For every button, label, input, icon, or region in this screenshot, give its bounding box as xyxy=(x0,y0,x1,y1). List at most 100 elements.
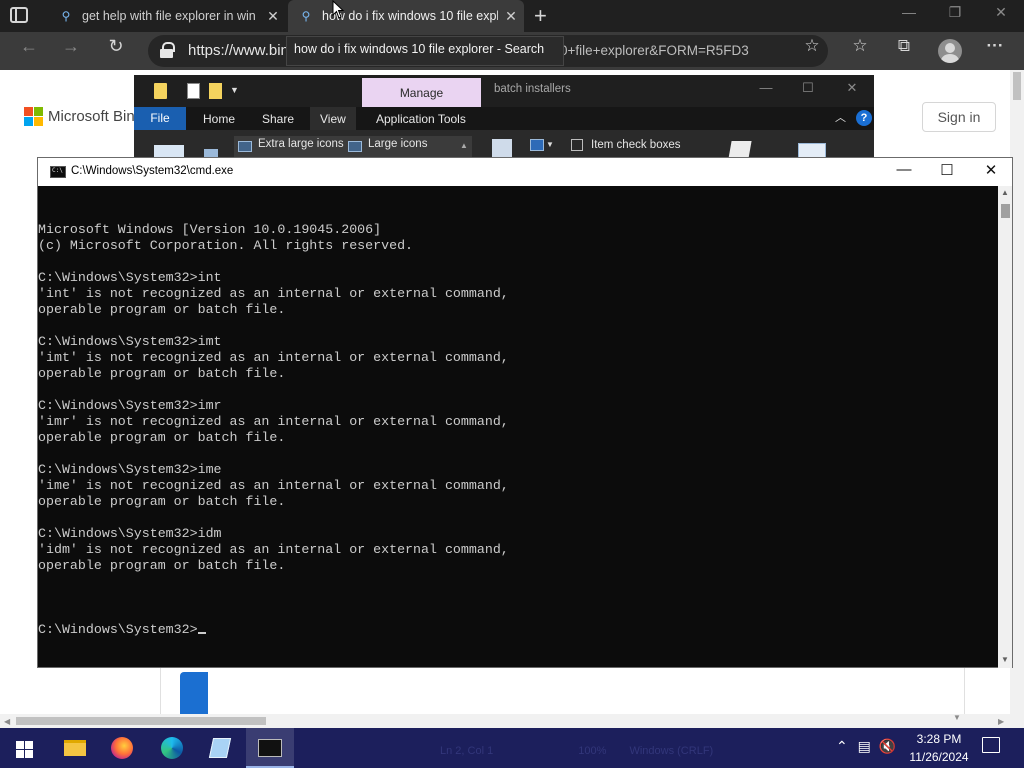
tab-actions-icon[interactable] xyxy=(10,7,28,23)
taskbar-cmd[interactable] xyxy=(246,728,294,768)
browser-tab-active[interactable]: ⚲ how do i fix windows 10 file expl ✕ xyxy=(288,0,524,32)
sign-in-button[interactable]: Sign in xyxy=(922,102,996,132)
network-icon[interactable]: ▤ xyxy=(858,738,871,754)
close-tab-icon[interactable]: ✕ xyxy=(260,8,286,25)
folder-icon[interactable] xyxy=(154,83,167,99)
scroll-left-icon[interactable]: ◀ xyxy=(4,717,10,726)
windows-logo-pane xyxy=(16,750,24,758)
scroll-down-icon[interactable]: ▼ xyxy=(953,713,961,722)
taskbar-notepad[interactable] xyxy=(197,728,245,768)
scroll-up-icon[interactable]: ▲ xyxy=(1001,188,1009,197)
explorer-title: batch installers xyxy=(494,83,571,95)
console-line: C:\Windows\System32>ime xyxy=(38,462,222,477)
gallery-scroll-icon[interactable]: ▲ xyxy=(460,141,468,150)
windows-logo-icon xyxy=(16,741,24,749)
favorites-icon[interactable]: ☆ xyxy=(844,36,876,56)
new-tab-button[interactable]: + xyxy=(534,3,547,29)
scrollbar-thumb[interactable] xyxy=(1001,204,1010,218)
tab-home[interactable]: Home xyxy=(203,112,235,126)
minimize-button[interactable]: — xyxy=(886,4,932,20)
explorer-maximize-button[interactable]: ☐ xyxy=(786,80,830,96)
explorer-ribbon-tabs xyxy=(134,107,874,130)
scrollbar-thumb[interactable] xyxy=(1013,72,1021,100)
result-thumbnail[interactable] xyxy=(180,672,208,714)
new-folder-icon[interactable] xyxy=(209,83,222,99)
cmd-vertical-scrollbar[interactable] xyxy=(998,186,1012,668)
console-line: C:\Windows\System32>imt xyxy=(38,334,222,349)
scrollbar-thumb[interactable] xyxy=(16,717,266,725)
file-explorer-window: ▼ Manage batch installers — ☐ ✕ File Hom… xyxy=(134,75,874,160)
console-line: operable program or batch file. xyxy=(38,558,286,573)
volume-muted-icon[interactable]: 🔇 xyxy=(879,738,896,754)
help-icon[interactable]: ? xyxy=(856,110,872,126)
back-button[interactable]: ← xyxy=(14,36,44,57)
status-zoom: 100% xyxy=(578,745,607,757)
scroll-down-icon[interactable]: ▼ xyxy=(1001,655,1009,664)
forward-button[interactable]: → xyxy=(56,36,86,57)
add-favorite-icon[interactable]: ☆ xyxy=(796,36,828,56)
collections-icon[interactable]: ⧉ xyxy=(888,36,920,56)
start-button[interactable] xyxy=(0,728,48,768)
status-encoding: Windows (CRLF) xyxy=(629,745,714,757)
close-button[interactable]: ✕ xyxy=(978,4,1024,21)
taskbar-file-explorer[interactable] xyxy=(50,728,98,768)
clock-time[interactable]: 3:28 PM xyxy=(916,732,962,746)
text-cursor xyxy=(197,632,206,634)
explorer-minimize-button[interactable]: — xyxy=(744,80,788,95)
more-options-icon[interactable]: ··· xyxy=(979,36,1011,56)
properties-icon[interactable] xyxy=(187,83,200,99)
console-line: 'imt' is not recognized as an internal o… xyxy=(38,350,509,365)
taskbar-firefox[interactable] xyxy=(98,728,146,768)
taskbar-edge[interactable] xyxy=(148,728,196,768)
layout-large-icons[interactable]: Large icons xyxy=(368,138,427,150)
item-check-boxes-label[interactable]: Item check boxes xyxy=(591,139,680,151)
clock-date[interactable]: 11/26/2024 xyxy=(906,750,972,764)
system-tray: ⌃ ▤ 🔇 xyxy=(836,738,896,755)
browser-tab[interactable]: ⚲ get help with file explorer in win ✕ xyxy=(48,0,286,32)
tab-application-tools[interactable]: Application Tools xyxy=(376,112,466,126)
edge-icon xyxy=(161,737,183,759)
quick-access-dropdown-icon[interactable]: ▼ xyxy=(230,85,239,95)
console-prompt-line[interactable]: C:\Windows\System32> xyxy=(38,622,998,638)
console-line: operable program or batch file. xyxy=(38,430,286,445)
search-icon: ⚲ xyxy=(301,9,311,23)
cmd-icon[interactable] xyxy=(50,166,66,178)
extra-large-icons-icon xyxy=(238,141,252,152)
cmd-minimize-button[interactable]: — xyxy=(882,161,926,178)
close-tab-icon[interactable]: ✕ xyxy=(498,8,524,25)
console-line: operable program or batch file. xyxy=(38,494,286,509)
sort-by-icon[interactable] xyxy=(530,139,544,151)
console-lines: Microsoft Windows [Version 10.0.19045.20… xyxy=(38,222,998,590)
chevron-up-icon[interactable]: ⌃ xyxy=(836,738,848,754)
bing-brand[interactable]: Microsoft Bin xyxy=(48,108,135,125)
refresh-button[interactable]: ↻ xyxy=(101,36,131,57)
console-line: operable program or batch file. xyxy=(38,302,286,317)
tab-file[interactable]: File xyxy=(134,107,186,130)
manage-context-tab[interactable]: Manage xyxy=(362,78,481,108)
profile-avatar[interactable] xyxy=(938,39,962,63)
restore-button[interactable]: ❐ xyxy=(932,4,978,21)
layout-extra-large-icons[interactable]: Extra large icons xyxy=(258,138,344,150)
command-prompt-window[interactable]: C:\Windows\System32\cmd.exe — ☐ ✕ Micros… xyxy=(37,157,1013,668)
cmd-icon xyxy=(258,739,282,757)
large-icons-icon xyxy=(348,141,362,152)
cmd-maximize-button[interactable]: ☐ xyxy=(925,161,969,179)
cmd-close-button[interactable]: ✕ xyxy=(969,161,1013,179)
item-check-boxes-checkbox[interactable] xyxy=(571,139,583,151)
explorer-close-button[interactable]: ✕ xyxy=(830,80,874,96)
cmd-console-output[interactable]: Microsoft Windows [Version 10.0.19045.20… xyxy=(38,190,998,668)
tab-share[interactable]: Share xyxy=(262,112,294,126)
cmd-title-bar[interactable]: C:\Windows\System32\cmd.exe — ☐ ✕ xyxy=(38,158,1012,186)
collapse-ribbon-icon[interactable]: ︿ xyxy=(835,109,846,125)
notepad-icon xyxy=(208,738,232,758)
tab-view[interactable]: View xyxy=(320,112,346,126)
details-pane-icon[interactable] xyxy=(492,139,512,157)
lock-icon[interactable] xyxy=(160,42,175,58)
notifications-icon[interactable] xyxy=(982,737,1000,753)
scroll-right-icon[interactable]: ▶ xyxy=(998,717,1004,726)
console-line: 'ime' is not recognized as an internal o… xyxy=(38,478,509,493)
dropdown-icon[interactable]: ▼ xyxy=(546,140,554,149)
